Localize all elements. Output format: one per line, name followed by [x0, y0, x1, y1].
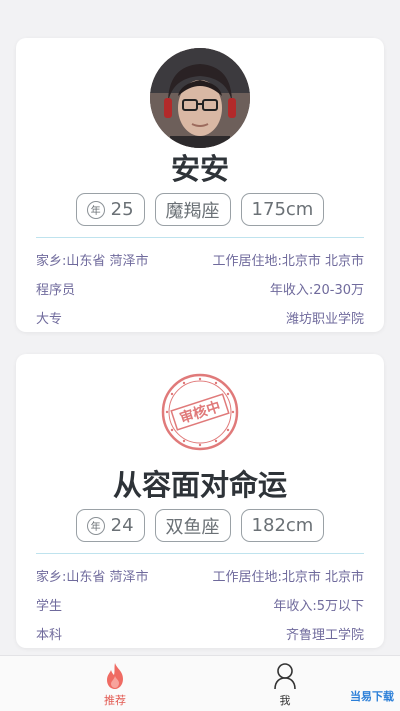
- height-tag: 175cm: [240, 193, 325, 226]
- divider: [36, 237, 364, 238]
- age-tag: 年 25: [75, 193, 145, 226]
- occupation: 程序员: [36, 283, 76, 298]
- user-icon: [274, 663, 296, 690]
- profile-name: 从容面对命运: [112, 468, 287, 502]
- tab-label: 推荐: [104, 694, 126, 707]
- work-city: 工作居住地:北京市 北京市: [212, 254, 364, 269]
- profile-info: 家乡:山东省 菏泽市 工作居住地:北京市 北京市 学生 年收入:5万以下 本科 …: [36, 561, 364, 648]
- age-icon: 年: [86, 516, 105, 535]
- education: 本科: [36, 628, 63, 643]
- avatar[interactable]: [150, 48, 250, 148]
- school: 齐鲁理工学院: [285, 628, 364, 643]
- profile-feed[interactable]: 安安 年 25 魔羯座 175cm 家乡:山东省 菏泽市 工作居住地:北京市 北…: [0, 0, 400, 655]
- tab-recommend[interactable]: 推荐: [85, 662, 145, 708]
- height-tag: 182cm: [240, 509, 325, 542]
- age-value: 24: [110, 515, 134, 536]
- profile-card[interactable]: 安安 年 25 魔羯座 175cm 家乡:山东省 菏泽市 工作居住地:北京市 北…: [16, 38, 384, 332]
- hometown: 家乡:山东省 菏泽市: [36, 254, 149, 269]
- profile-info: 家乡:山东省 菏泽市 工作居住地:北京市 北京市 程序员 年收入:20-30万 …: [36, 245, 364, 332]
- review-pending-stamp: 审核中: [160, 372, 240, 452]
- school: 潍坊职业学院: [285, 312, 364, 327]
- age-icon: 年: [86, 200, 105, 219]
- tag-row: 年 25 魔羯座 175cm: [16, 193, 384, 226]
- occupation: 学生: [36, 599, 63, 614]
- income: 年收入:5万以下: [273, 599, 364, 614]
- hometown: 家乡:山东省 菏泽市: [36, 570, 149, 585]
- zodiac-tag: 双鱼座: [154, 509, 231, 542]
- zodiac-tag: 魔羯座: [154, 193, 231, 226]
- watermark-logo: 当易下载: [350, 690, 394, 703]
- bottom-tab-bar: 推荐 我: [0, 655, 400, 711]
- income: 年收入:20-30万: [269, 283, 364, 298]
- tab-me[interactable]: 我: [255, 662, 315, 708]
- tab-label: 我: [279, 694, 291, 707]
- profile-name: 安安: [170, 152, 229, 186]
- flame-icon: [107, 663, 123, 689]
- divider: [36, 553, 364, 554]
- age-value: 25: [110, 199, 134, 220]
- tag-row: 年 24 双鱼座 182cm: [16, 509, 384, 542]
- age-tag: 年 24: [75, 509, 145, 542]
- profile-card[interactable]: 审核中 从容面对命运 年 24 双鱼座 182cm 家乡:山东省 菏泽市 工作居…: [16, 354, 384, 648]
- education: 大专: [36, 312, 63, 327]
- work-city: 工作居住地:北京市 北京市: [212, 570, 364, 585]
